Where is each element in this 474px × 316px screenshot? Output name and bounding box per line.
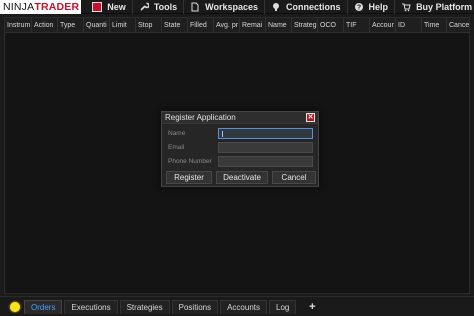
dialog-title: Register Application xyxy=(165,113,236,122)
help-icon: ? xyxy=(354,2,364,12)
bottom-tab-bar: Orders Executions Strategies Positions A… xyxy=(0,296,474,316)
plug-icon xyxy=(271,2,281,12)
menu-help-label: Help xyxy=(368,1,389,12)
register-application-dialog: Register Application ✕ Name Email Phone … xyxy=(161,111,319,187)
phone-row: Phone Number xyxy=(162,155,320,167)
logo-trader-text: TRADER xyxy=(34,0,80,13)
name-label: Name xyxy=(168,129,186,137)
new-icon xyxy=(92,1,103,12)
column-header[interactable]: Name xyxy=(266,18,292,32)
tab-log[interactable]: Log xyxy=(269,299,297,314)
tab-strategies[interactable]: Strategies xyxy=(119,299,170,314)
connection-status-icon[interactable] xyxy=(10,301,20,312)
name-field[interactable] xyxy=(218,127,313,139)
grid-header: Instrum Action Type Quanti Limit Stop St… xyxy=(5,18,469,33)
dialog-title-bar[interactable]: Register Application ✕ xyxy=(162,112,318,124)
column-header[interactable]: Cance xyxy=(447,18,471,32)
name-row: Name xyxy=(162,127,320,139)
menu-help[interactable]: ? Help xyxy=(346,0,395,14)
column-header[interactable]: ID xyxy=(396,18,422,32)
register-button[interactable]: Register xyxy=(166,171,212,184)
menu-tools-label: Tools xyxy=(153,1,178,12)
menu-new-label: New xyxy=(107,1,126,12)
phone-number-field[interactable] xyxy=(218,155,313,167)
email-field[interactable] xyxy=(218,141,313,153)
column-header[interactable]: TIF xyxy=(344,18,370,32)
email-label: Email xyxy=(168,143,185,151)
column-header[interactable]: Avg. pr xyxy=(214,18,240,32)
cart-icon xyxy=(401,2,411,12)
phone-label: Phone Number xyxy=(168,157,212,165)
menu-buy-platform-label: Buy Platform xyxy=(416,1,473,12)
cancel-button[interactable]: Cancel xyxy=(272,171,316,184)
column-header[interactable]: Quanti xyxy=(84,18,110,32)
menu-workspaces-label: Workspaces xyxy=(205,1,259,12)
dialog-buttons: Register Deactivate Cancel xyxy=(162,171,320,185)
document-icon xyxy=(190,2,200,12)
tab-executions[interactable]: Executions xyxy=(64,299,118,314)
wrench-icon xyxy=(139,2,149,12)
column-header[interactable]: Action xyxy=(32,18,58,32)
tab-orders[interactable]: Orders xyxy=(24,299,63,314)
column-header[interactable]: Instrum xyxy=(5,18,32,32)
menu-bar: NINJA TRADER New Tools Workspaces Connect… xyxy=(0,0,474,14)
column-header[interactable]: OCO xyxy=(318,18,344,32)
menu-buy-platform[interactable]: Buy Platform xyxy=(394,0,474,14)
tab-accounts[interactable]: Accounts xyxy=(220,299,267,314)
deactivate-button[interactable]: Deactivate xyxy=(216,171,268,184)
menu-new[interactable]: New xyxy=(86,0,132,14)
column-header[interactable]: Limit xyxy=(110,18,136,32)
text-caret xyxy=(222,130,223,137)
tab-positions[interactable]: Positions xyxy=(171,299,219,314)
logo-ninja-text: NINJA xyxy=(3,0,35,13)
email-row: Email xyxy=(162,141,320,153)
add-tab-button[interactable]: + xyxy=(306,301,318,313)
svg-text:?: ? xyxy=(356,4,360,11)
menu-workspaces[interactable]: Workspaces xyxy=(183,0,264,14)
menu-connections-label: Connections xyxy=(286,1,341,12)
column-header[interactable]: Filled xyxy=(188,18,214,32)
column-header[interactable]: Stop xyxy=(136,18,162,32)
column-header[interactable]: Accour xyxy=(370,18,396,32)
ninjatrader-logo: NINJA TRADER xyxy=(0,0,82,14)
column-header[interactable]: Strateg xyxy=(292,18,318,32)
column-header[interactable]: State xyxy=(162,18,188,32)
menu-connections[interactable]: Connections xyxy=(264,0,347,14)
menu-tools[interactable]: Tools xyxy=(131,0,183,14)
column-header[interactable]: Remai xyxy=(240,18,266,32)
column-header[interactable]: Time xyxy=(422,18,447,32)
ninjatrader-window: NINJA TRADER New Tools Workspaces Connect… xyxy=(0,0,474,316)
close-icon[interactable]: ✕ xyxy=(306,113,315,122)
column-header[interactable]: Type xyxy=(58,18,84,32)
